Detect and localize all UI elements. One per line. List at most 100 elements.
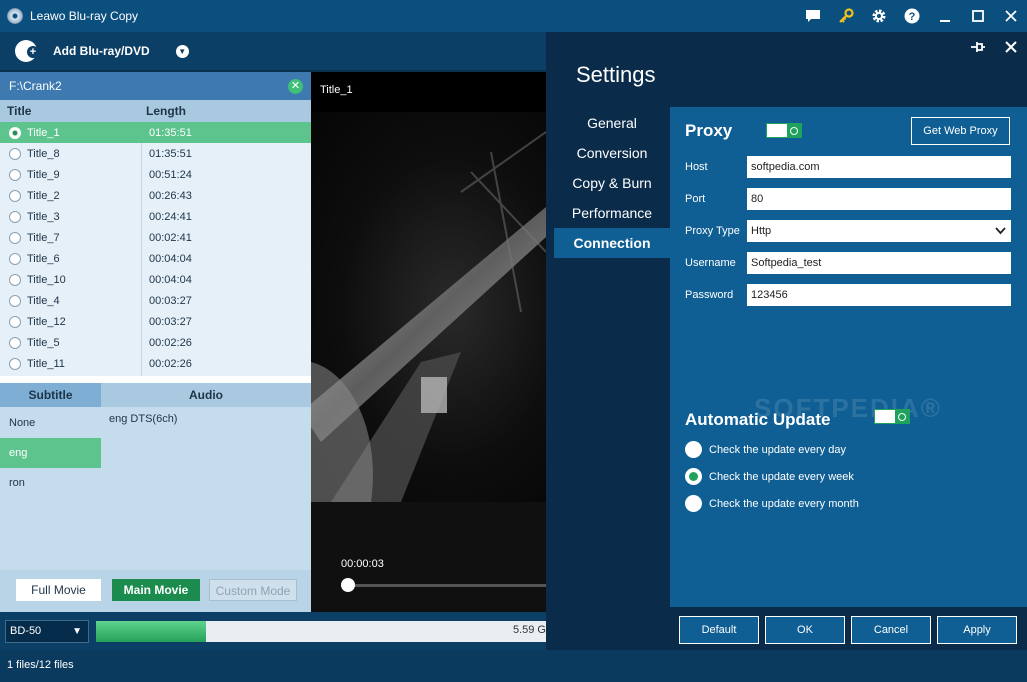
- get-web-proxy-button[interactable]: Get Web Proxy: [911, 117, 1010, 145]
- ok-button[interactable]: OK: [765, 616, 845, 644]
- title-radio-icon[interactable]: [9, 168, 21, 181]
- title-row[interactable]: Title_12 00:03:27: [0, 311, 311, 332]
- title-radio-icon[interactable]: [9, 315, 21, 328]
- radio-icon[interactable]: [685, 495, 702, 512]
- title-name: Title_1: [27, 126, 60, 139]
- default-button[interactable]: Default: [679, 616, 759, 644]
- title-name: Title_11: [27, 357, 65, 370]
- key-icon[interactable]: [829, 0, 862, 32]
- update-monthly-option[interactable]: Check the update every month: [685, 495, 859, 512]
- title-length: 00:51:24: [149, 168, 192, 181]
- title-name: Title_8: [27, 147, 60, 160]
- remove-source-icon[interactable]: ✕: [288, 79, 303, 94]
- column-title[interactable]: Title: [0, 104, 140, 118]
- pin-icon[interactable]: [961, 32, 994, 62]
- title-length: 00:03:27: [149, 294, 192, 307]
- settings-nav-connection[interactable]: Connection: [554, 228, 670, 258]
- title-row[interactable]: Title_1 01:35:51: [0, 122, 311, 143]
- title-length: 00:04:04: [149, 273, 192, 286]
- title-radio-icon[interactable]: [9, 126, 21, 139]
- settings-nav: General Conversion Copy & Burn Performan…: [554, 108, 670, 258]
- help-icon[interactable]: ?: [895, 0, 928, 32]
- subtitle-item-eng[interactable]: eng: [0, 438, 101, 468]
- file-count: 1 files/12 files: [7, 659, 74, 671]
- column-length[interactable]: Length: [140, 104, 186, 118]
- add-disc-icon[interactable]: [15, 40, 39, 62]
- audio-item-eng-dts[interactable]: eng DTS(6ch): [109, 413, 177, 425]
- title-row[interactable]: Title_7 00:02:41: [0, 227, 311, 248]
- title-radio-icon[interactable]: [9, 210, 21, 223]
- custom-mode-button[interactable]: Custom Mode: [209, 579, 297, 601]
- chevron-down-icon: ▼: [72, 626, 82, 637]
- password-input[interactable]: 123456: [747, 284, 1011, 306]
- main-movie-button[interactable]: Main Movie: [112, 579, 200, 601]
- title-row[interactable]: Title_3 00:24:41: [0, 206, 311, 227]
- cancel-button[interactable]: Cancel: [851, 616, 931, 644]
- auto-update-toggle[interactable]: [874, 409, 910, 424]
- title-row[interactable]: Title_5 00:02:26: [0, 332, 311, 353]
- full-movie-button[interactable]: Full Movie: [16, 579, 101, 601]
- host-input[interactable]: softpedia.com: [747, 156, 1011, 178]
- preview-title: Title_1: [320, 84, 353, 96]
- proxy-toggle[interactable]: [766, 123, 802, 138]
- disc-type-value: BD-50: [10, 625, 42, 637]
- title-row[interactable]: Title_8 01:35:51: [0, 143, 311, 164]
- settings-nav-performance[interactable]: Performance: [554, 198, 670, 228]
- update-weekly-option[interactable]: Check the update every week: [685, 468, 854, 485]
- maximize-icon[interactable]: [961, 0, 994, 32]
- port-input[interactable]: 80: [747, 188, 1011, 210]
- title-row[interactable]: Title_11 00:02:26: [0, 353, 311, 374]
- settings-close-icon[interactable]: [994, 32, 1027, 62]
- title-radio-icon[interactable]: [9, 252, 21, 265]
- close-icon[interactable]: [994, 0, 1027, 32]
- title-name: Title_12: [27, 315, 66, 328]
- title-radio-icon[interactable]: [9, 147, 21, 160]
- apply-button[interactable]: Apply: [937, 616, 1017, 644]
- subtitle-tab[interactable]: Subtitle: [0, 383, 101, 407]
- settings-nav-general[interactable]: General: [554, 108, 670, 138]
- disc-type-select[interactable]: BD-50 ▼: [5, 620, 89, 643]
- title-list: Title_1 01:35:51 Title_8 01:35:51 Title_9 00:…: [0, 122, 311, 376]
- host-label: Host: [685, 161, 708, 173]
- title-radio-icon[interactable]: [9, 336, 21, 349]
- password-label: Password: [685, 289, 734, 301]
- subtitle-item-none[interactable]: None: [0, 408, 101, 438]
- update-daily-option[interactable]: Check the update every day: [685, 441, 846, 458]
- window-title: Leawo Blu-ray Copy: [30, 9, 139, 23]
- playback-time: 00:00:03: [341, 558, 384, 570]
- minimize-icon[interactable]: [928, 0, 961, 32]
- disc-capacity-fill: [96, 621, 207, 642]
- title-row[interactable]: Title_9 00:51:24: [0, 164, 311, 185]
- title-row[interactable]: Title_2 00:26:43: [0, 185, 311, 206]
- title-radio-icon[interactable]: [9, 231, 21, 244]
- preview-frame: [311, 112, 546, 502]
- title-row[interactable]: Title_6 00:04:04: [0, 248, 311, 269]
- subtitle-item-ron[interactable]: ron: [0, 468, 101, 498]
- chat-icon[interactable]: [796, 0, 829, 32]
- settings-nav-copy-burn[interactable]: Copy & Burn: [554, 168, 670, 198]
- title-radio-icon[interactable]: [9, 189, 21, 202]
- title-length: 00:02:26: [149, 336, 192, 349]
- seek-bar[interactable]: [341, 584, 546, 587]
- radio-selected-icon[interactable]: [685, 468, 702, 485]
- add-bluray-dvd-button[interactable]: Add Blu-ray/DVD: [53, 44, 150, 58]
- audio-tab[interactable]: Audio: [101, 383, 311, 407]
- disc-bar: BD-50 ▼ 5.59 G: [0, 612, 546, 650]
- username-input[interactable]: Softpedia_test: [747, 252, 1011, 274]
- title-bar: Leawo Blu-ray Copy ?: [0, 0, 1027, 32]
- proxy-type-select[interactable]: Http: [747, 220, 1011, 242]
- title-row[interactable]: Title_4 00:03:27: [0, 290, 311, 311]
- radio-icon[interactable]: [685, 441, 702, 458]
- title-radio-icon[interactable]: [9, 273, 21, 286]
- chevron-down-icon: [995, 220, 1006, 242]
- add-dropdown-icon[interactable]: ▼: [175, 44, 189, 58]
- username-label: Username: [685, 257, 736, 269]
- title-length: 00:02:41: [149, 231, 192, 244]
- seek-handle[interactable]: [341, 578, 355, 592]
- title-radio-icon[interactable]: [9, 357, 21, 370]
- title-row[interactable]: Title_10 00:04:04: [0, 269, 311, 290]
- title-name: Title_5: [27, 336, 60, 349]
- gear-icon[interactable]: [862, 0, 895, 32]
- title-radio-icon[interactable]: [9, 294, 21, 307]
- settings-nav-conversion[interactable]: Conversion: [554, 138, 670, 168]
